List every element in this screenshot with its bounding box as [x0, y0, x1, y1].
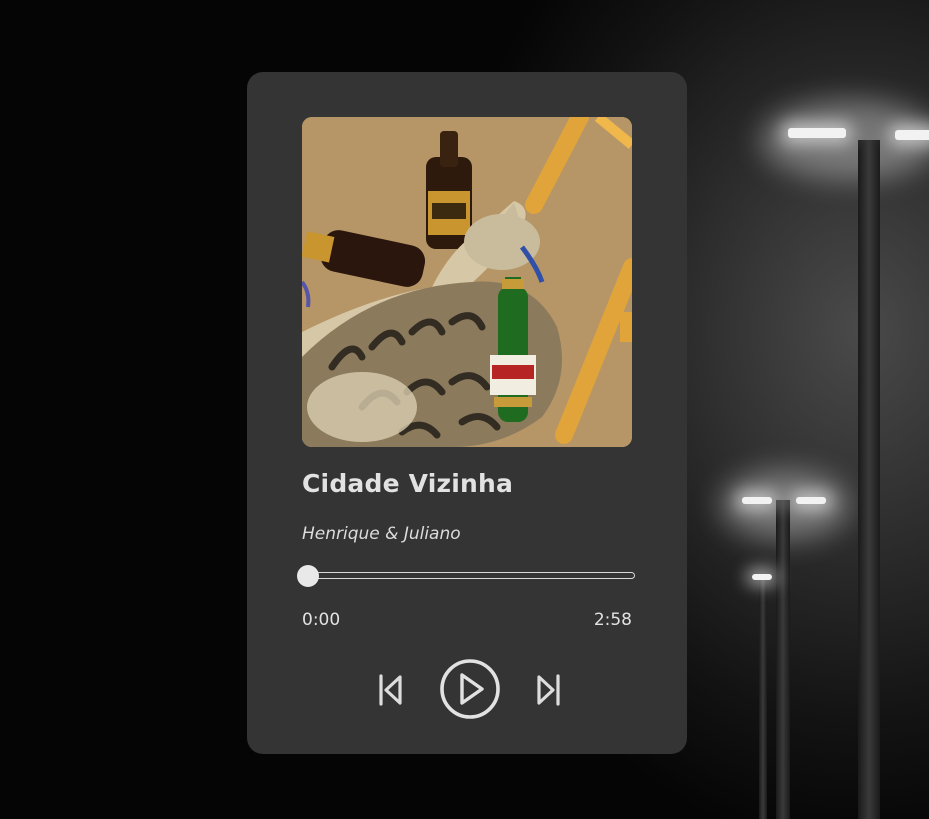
next-track-button[interactable]	[534, 673, 562, 707]
album-cover-image	[302, 117, 632, 447]
skip-next-icon	[534, 673, 562, 707]
track-title: Cidade Vizinha	[302, 469, 514, 498]
current-time: 0:00	[302, 610, 341, 630]
play-icon	[438, 657, 502, 721]
previous-track-button[interactable]	[377, 673, 405, 707]
music-player-card: Cidade Vizinha Henrique & Juliano 0:00 2…	[247, 72, 687, 754]
progress-bar[interactable]	[305, 572, 635, 579]
play-button[interactable]	[438, 657, 502, 721]
track-artist: Henrique & Juliano	[302, 524, 461, 544]
progress-thumb[interactable]	[297, 565, 319, 587]
playback-controls	[247, 657, 687, 721]
skip-previous-icon	[377, 673, 405, 707]
total-duration: 2:58	[593, 610, 632, 630]
